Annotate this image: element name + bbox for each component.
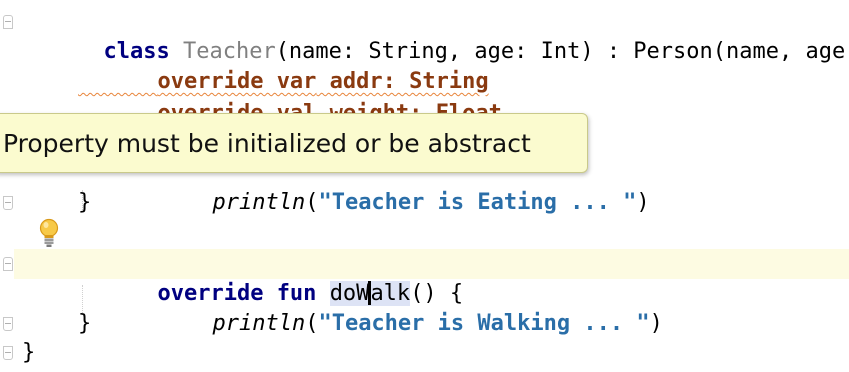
- fold-marker-icon[interactable]: [3, 15, 13, 29]
- error-tooltip: Property must be initialized or be abstr…: [0, 113, 588, 173]
- string-literal: "Teacher is Walking ... ": [318, 311, 650, 336]
- string-literal: "Teacher is Eating ... ": [318, 190, 637, 215]
- code-line-class-declaration[interactable]: class Teacher(name: String, age: Int) : …: [0, 7, 849, 64]
- fold-marker-icon[interactable]: [3, 346, 13, 360]
- code-line-weight[interactable]: override val weight: Float: [0, 69, 501, 126]
- function-println: println: [212, 311, 306, 336]
- code-line-walk-declaration[interactable]: override fun doWalk() {: [0, 249, 463, 306]
- fold-marker-icon[interactable]: [3, 317, 13, 331]
- code-line-walk-close[interactable]: }: [0, 309, 91, 339]
- lightbulb-icon[interactable]: [38, 218, 60, 248]
- code-line-addr[interactable]: override var addr: String: [0, 37, 488, 94]
- code-line-walk-println[interactable]: println("Teacher is Walking ... "): [0, 279, 662, 336]
- code-line-class-close[interactable]: }: [0, 338, 53, 368]
- function-println: println: [212, 190, 306, 215]
- closing-brace: }: [22, 340, 36, 365]
- code-line-eat-close[interactable]: }: [0, 188, 91, 218]
- fold-marker-icon[interactable]: [3, 196, 13, 210]
- closing-brace: }: [78, 311, 92, 336]
- closing-brace: }: [78, 190, 92, 215]
- fold-marker-icon[interactable]: [3, 257, 13, 271]
- code-editor[interactable]: class Teacher(name: String, age: Int) : …: [0, 0, 849, 372]
